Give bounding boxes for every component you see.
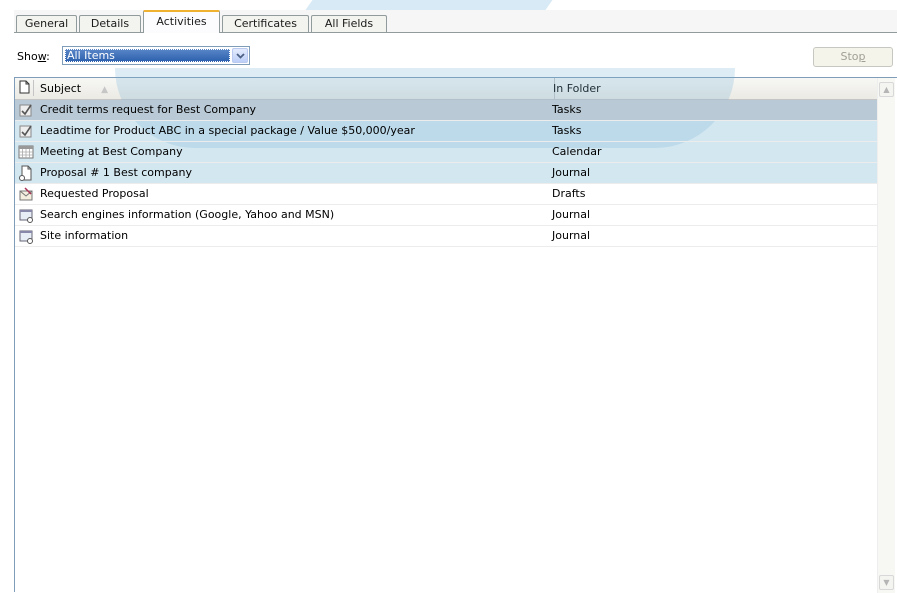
row-subject: Credit terms request for Best Company [40,103,257,116]
row-subject: Meeting at Best Company [40,145,183,158]
row-subject: Site information [40,229,129,242]
sort-ascending-icon: ▲ [101,85,109,95]
tab-details[interactable]: Details [79,15,141,32]
row-subject: Proposal # 1 Best company [40,166,192,179]
table-row[interactable]: Site information Journal [15,226,877,247]
row-subject: Requested Proposal [40,187,149,200]
background-watermark [305,0,595,10]
table-row[interactable]: Proposal # 1 Best company Journal [15,163,877,184]
task-icon [18,102,34,118]
row-subject: Leadtime for Product ABC in a special pa… [40,124,415,137]
row-folder: Calendar [552,145,602,158]
scroll-down-icon[interactable]: ▼ [879,575,894,590]
show-dropdown-value: All Items [65,49,230,62]
tab-all-fields[interactable]: All Fields [311,15,387,32]
row-folder: Journal [552,208,591,221]
tab-bar: General Details Activities Certificates … [14,10,897,33]
tab-certificates[interactable]: Certificates [222,15,309,32]
stop-button[interactable]: Stop [813,47,893,67]
item-type-column-header[interactable] [17,80,34,96]
chevron-down-icon[interactable] [232,48,248,63]
row-folder: Tasks [552,124,582,137]
table-row[interactable]: Credit terms request for Best Company Ta… [15,100,877,121]
tab-general[interactable]: General [16,15,77,32]
table-row[interactable]: Meeting at Best Company Calendar [15,142,877,163]
table-row[interactable]: Search engines information (Google, Yaho… [15,205,877,226]
table-row[interactable]: Leadtime for Product ABC in a special pa… [15,121,877,142]
row-folder: Journal [552,166,591,179]
table-row[interactable]: Requested Proposal Drafts [15,184,877,205]
calendar-icon [18,144,34,160]
scroll-up-icon[interactable]: ▲ [879,82,894,97]
vertical-scrollbar[interactable]: ▲ ▼ [877,78,895,593]
task-icon [18,123,34,139]
draft-envelope-icon [18,186,34,202]
row-folder: Drafts [552,187,586,200]
activities-list: Subject ▲ In Folder Credit terms request … [14,68,897,593]
journal-web-icon [18,207,34,223]
journal-web-icon [18,228,34,244]
document-icon [19,80,30,94]
show-dropdown[interactable]: All Items [62,46,250,65]
rows: Credit terms request for Best Company Ta… [15,100,877,247]
row-folder: Journal [552,229,591,242]
tab-activities[interactable]: Activities [143,10,220,33]
row-subject: Search engines information (Google, Yaho… [40,208,335,221]
row-folder: Tasks [552,103,582,116]
journal-document-icon [18,165,34,181]
show-label: Show: [17,50,50,63]
